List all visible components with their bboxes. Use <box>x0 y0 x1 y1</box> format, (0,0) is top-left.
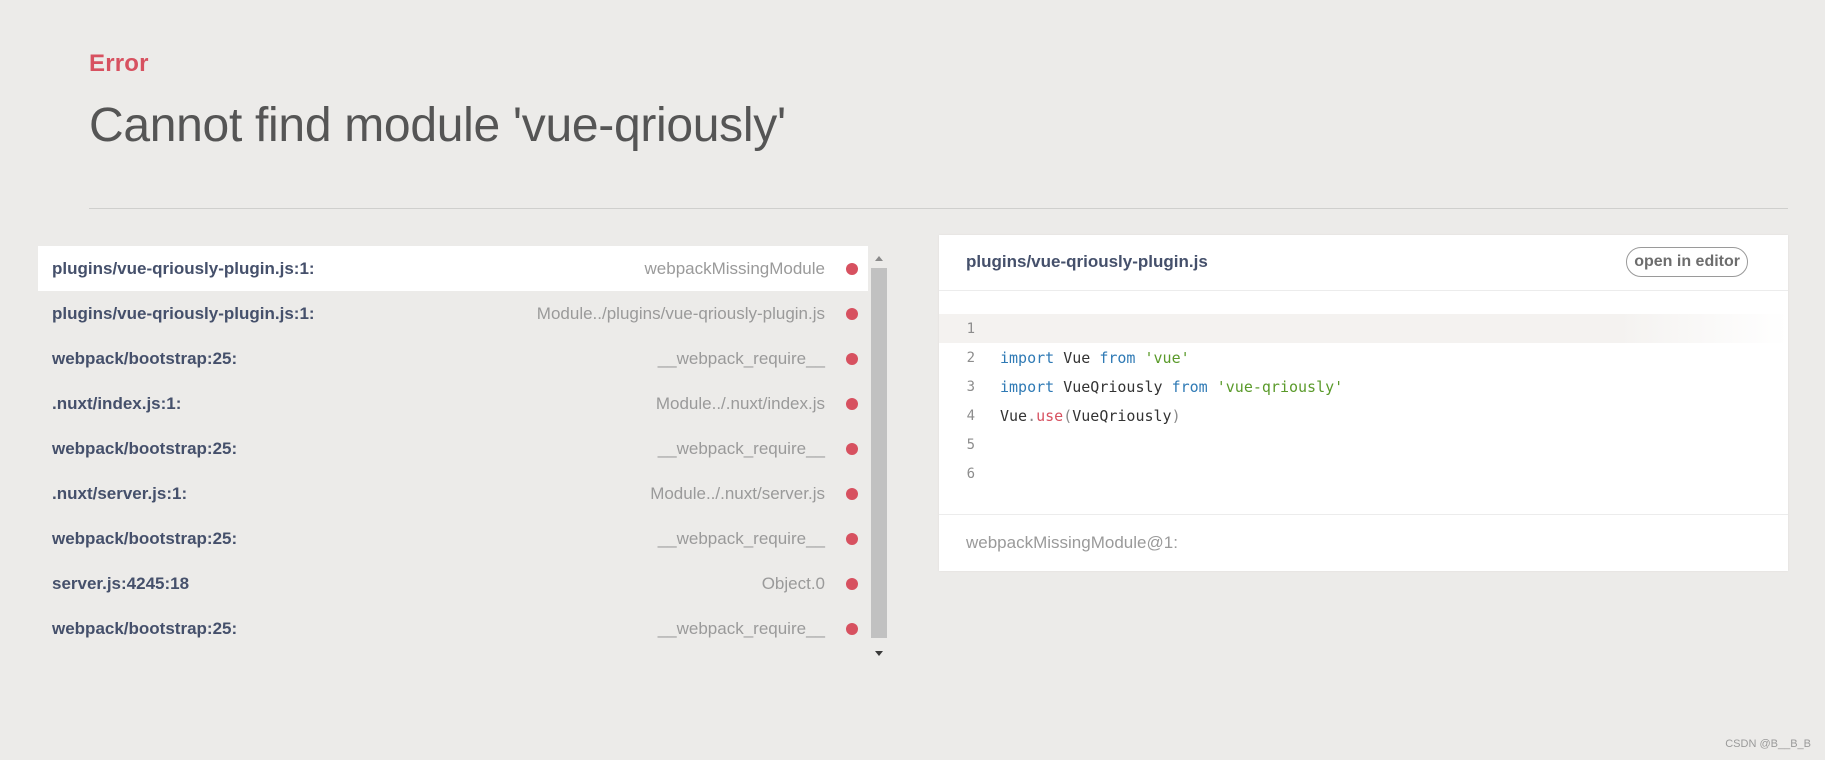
code-token: import <box>1000 377 1055 396</box>
code-header: plugins/vue-qriously-plugin.js open in e… <box>939 235 1788 291</box>
code-footer: webpackMissingModule@1: <box>939 514 1788 572</box>
code-token: 'vue' <box>1144 348 1190 367</box>
stack-frame-file: webpack/bootstrap:25: <box>52 528 238 548</box>
code-line: 3 import VueQriously from 'vue-qriously' <box>939 372 1788 401</box>
stack-frame-row[interactable]: .nuxt/server.js:1: Module../.nuxt/server.… <box>38 471 868 516</box>
stack-frame-row[interactable]: .nuxt/index.js:1: Module../.nuxt/index.js <box>38 381 868 426</box>
stack-frame-row[interactable]: plugins/vue-qriously-plugin.js:1: Module.… <box>38 291 868 336</box>
line-number: 6 <box>966 465 975 482</box>
code-token: VueQriously <box>1072 406 1172 425</box>
line-number: 1 <box>966 320 975 337</box>
stack-frame-file: webpack/bootstrap:25: <box>52 438 238 458</box>
code-line: 4 Vue.use(VueQriously) <box>939 401 1788 430</box>
error-dot-icon <box>846 622 858 635</box>
code-token: from <box>1099 348 1136 367</box>
scroll-thumb[interactable] <box>871 268 887 638</box>
code-token: use <box>1036 406 1064 425</box>
error-dot-icon <box>846 262 858 275</box>
line-number: 3 <box>966 378 975 395</box>
code-token: 'vue-qriously' <box>1216 377 1344 396</box>
stack-frame-function: __webpack_require__ <box>657 618 825 638</box>
line-code: import Vue from 'vue' <box>1000 349 1190 367</box>
stack-frame-file: plugins/vue-qriously-plugin.js:1: <box>52 258 315 278</box>
code-line: 5 <box>939 430 1788 459</box>
code-token: Vue <box>1000 406 1028 425</box>
line-number: 2 <box>966 349 975 366</box>
code-body: 1 2 import Vue from 'vue' 3 import VueQrious… <box>939 314 1788 488</box>
watermark: CSDN @B__B_B <box>1725 738 1811 750</box>
code-token: VueQriously <box>1054 377 1172 396</box>
code-footer-text: webpackMissingModule@1: <box>966 533 1178 552</box>
stack-frame-function: Object.0 <box>761 573 825 593</box>
open-in-editor-button[interactable]: open in editor <box>1626 247 1748 277</box>
scroll-up-arrow-icon[interactable] <box>875 256 883 261</box>
code-token: ( <box>1063 406 1073 425</box>
scroll-down-arrow-icon[interactable] <box>875 651 883 656</box>
stack-trace-list: plugins/vue-qriously-plugin.js:1: webpack… <box>38 246 868 662</box>
error-dot-icon <box>846 577 858 590</box>
stack-frame-row[interactable]: server.js:4245:18 Object.0 <box>38 561 868 606</box>
code-filename: plugins/vue-qriously-plugin.js <box>966 252 1208 271</box>
stack-frame-file: webpack/bootstrap:25: <box>52 348 238 368</box>
error-dot-icon <box>846 442 858 455</box>
stack-frame-row[interactable]: plugins/vue-qriously-plugin.js:1: webpack… <box>38 246 868 291</box>
code-token: from <box>1171 377 1208 396</box>
code-line: 2 import Vue from 'vue' <box>939 343 1788 372</box>
stack-frame-function: Module../.nuxt/server.js <box>650 483 825 503</box>
stack-frame-file: .nuxt/server.js:1: <box>52 483 188 503</box>
code-token: ) <box>1171 406 1181 425</box>
divider <box>89 208 1788 209</box>
error-page: Error Cannot find module 'vue-qriously' … <box>0 0 1825 760</box>
stack-frame-file: webpack/bootstrap:25: <box>52 618 238 638</box>
stack-frame-function: __webpack_require__ <box>657 528 825 548</box>
error-dot-icon <box>846 352 858 365</box>
stack-frame-function: Module../.nuxt/index.js <box>655 393 825 413</box>
stack-frame-function: __webpack_require__ <box>657 348 825 368</box>
code-line: 1 <box>939 314 1788 343</box>
error-message: Cannot find module 'vue-qriously' <box>89 99 786 152</box>
error-dot-icon <box>846 532 858 545</box>
line-number: 5 <box>966 436 975 453</box>
code-token: . <box>1027 406 1037 425</box>
error-dot-icon <box>846 397 858 410</box>
stack-frame-file: .nuxt/index.js:1: <box>52 393 182 413</box>
stack-frame-function: webpackMissingModule <box>644 258 825 278</box>
error-dot-icon <box>846 487 858 500</box>
stack-frame-row[interactable]: webpack/bootstrap:25: __webpack_require__ <box>38 336 868 381</box>
line-code: Vue.use(VueQriously) <box>1000 407 1181 425</box>
code-token: Vue <box>1054 348 1100 367</box>
error-dot-icon <box>846 307 858 320</box>
code-line: 6 <box>939 459 1788 488</box>
code-preview-panel: plugins/vue-qriously-plugin.js open in e… <box>939 235 1788 571</box>
stack-frame-function: __webpack_require__ <box>657 438 825 458</box>
stack-frame-function: Module../plugins/vue-qriously-plugin.js <box>536 303 825 323</box>
scrollbar[interactable] <box>870 246 888 662</box>
stack-frame-row[interactable]: webpack/bootstrap:25: __webpack_require__ <box>38 426 868 471</box>
stack-frame-row[interactable]: webpack/bootstrap:25: __webpack_require__ <box>38 516 868 561</box>
line-number: 4 <box>966 407 975 424</box>
error-label: Error <box>89 50 149 77</box>
stack-frame-file: server.js:4245:18 <box>52 573 190 593</box>
stack-frame-row[interactable]: webpack/bootstrap:25: __webpack_require__ <box>38 606 868 651</box>
line-code: import VueQriously from 'vue-qriously' <box>1000 378 1343 396</box>
stack-frame-file: plugins/vue-qriously-plugin.js:1: <box>52 303 315 323</box>
stack-trace-panel: plugins/vue-qriously-plugin.js:1: webpack… <box>38 246 888 662</box>
code-token: import <box>1000 348 1055 367</box>
